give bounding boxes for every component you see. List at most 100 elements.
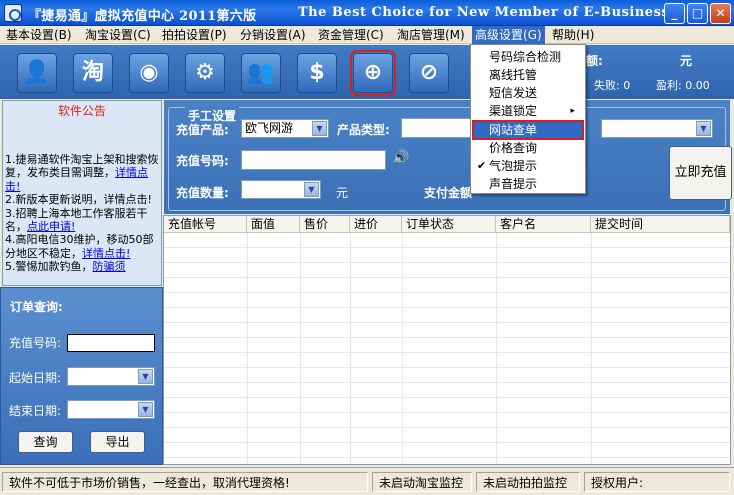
user-icon[interactable]: 👤 — [17, 53, 57, 93]
column-header-account[interactable]: 充值帐号 — [164, 216, 247, 233]
zoom-icon[interactable]: ⊕ — [350, 50, 396, 96]
users-icon[interactable]: 👥 — [241, 53, 281, 93]
settings-icon[interactable]: ⚙ — [185, 53, 225, 93]
table-row[interactable] — [164, 384, 730, 398]
menu-item-website-order-check[interactable]: 网站查单 — [472, 120, 584, 140]
menu-help[interactable]: 帮助(H) — [549, 26, 597, 44]
column-header-price[interactable]: 售价 — [300, 216, 350, 233]
table-row[interactable] — [164, 234, 730, 248]
query-start-date-select[interactable]: ▼ — [67, 367, 155, 386]
orders-table: 充值帐号 面值 售价 进价 订单状态 客户名 提交时间 — [163, 215, 731, 465]
chevron-down-icon[interactable]: ▼ — [138, 402, 153, 417]
table-header: 充值帐号 面值 售价 进价 订单状态 客户名 提交时间 — [164, 216, 730, 233]
chevron-down-icon[interactable]: ▼ — [138, 369, 153, 384]
dollar-icon[interactable]: $ — [297, 53, 337, 93]
quantity-label: 充值数量: — [176, 186, 229, 200]
order-query-title: 订单查询: — [10, 300, 63, 314]
order-query-panel: 订单查询: 充值号码: 起始日期: ▼ 结束日期: ▼ 查询 导出 — [0, 287, 163, 465]
window-title: 『捷易通』虚拟充值中心 2011第六版 — [28, 9, 257, 24]
table-row[interactable] — [164, 264, 730, 278]
submenu-arrow-icon: ▸ — [570, 106, 575, 116]
product-type-select[interactable] — [401, 118, 471, 138]
status-bar: 软件不可低于市场价销售，一经查出，取消代理资格! 未启动淘宝监控 未启动拍拍监控… — [0, 467, 734, 495]
profit-value: 盈利: 0.00 — [656, 79, 710, 92]
column-header-cost[interactable]: 进价 — [350, 216, 402, 233]
stop-icon[interactable]: ⊘ — [409, 53, 449, 93]
query-phone-label: 充值号码: — [9, 336, 62, 350]
column-header-face-value[interactable]: 面值 — [247, 216, 300, 233]
table-row[interactable] — [164, 369, 730, 383]
extra-select[interactable]: ▼ — [601, 119, 713, 138]
chevron-down-icon[interactable]: ▼ — [312, 121, 327, 136]
menu-item-number-check[interactable]: 号码综合检测 — [473, 48, 583, 66]
manual-settings-panel: 手工设置 充值产品: 欧飞网游 ▼ 产品类型: ▼ 充值号码: 🔊 充值数量: … — [164, 100, 732, 214]
announcement-body: 1.捷易通软件淘宝上架和搜索恢复，发布类目需调整，详情点击! 2.新版本更新说明… — [3, 119, 161, 274]
table-row[interactable] — [164, 444, 730, 458]
query-phone-input[interactable] — [67, 334, 155, 352]
column-header-order-status[interactable]: 订单状态 — [402, 216, 496, 233]
menu-item-offline-hosting[interactable]: 离线托管 — [473, 66, 583, 84]
table-row[interactable] — [164, 339, 730, 353]
announcement-item: 2.新版本更新说明，详情点击! — [5, 193, 152, 207]
menu-basic-settings[interactable]: 基本设置(B) — [3, 26, 75, 44]
announcement-item: 5.警惕加款钓鱼，防骗须 — [5, 260, 126, 274]
table-row[interactable] — [164, 429, 730, 443]
status-warning: 软件不可低于市场价销售，一经查出，取消代理资格! — [2, 472, 368, 492]
pay-amount-label: 支付金额 — [424, 186, 473, 200]
announcement-item: 1.捷易通软件淘宝上架和搜索恢复，发布类目需调整，详情点击! — [5, 153, 159, 193]
column-header-submit-time[interactable]: 提交时间 — [591, 216, 730, 233]
chevron-down-icon[interactable]: ▼ — [696, 121, 711, 136]
menu-item-sound-tips[interactable]: 声音提示 — [473, 175, 583, 193]
menu-shop-management[interactable]: 淘店管理(M) — [394, 26, 468, 44]
menu-funds-management[interactable]: 资金管理(C) — [315, 26, 387, 44]
product-select[interactable]: 欧飞网游 ▼ — [241, 119, 329, 138]
menu-paipai-settings[interactable]: 拍拍设置(P) — [159, 26, 230, 44]
recharge-now-button[interactable]: 立即充值 — [669, 146, 732, 200]
query-end-date-select[interactable]: ▼ — [67, 400, 155, 419]
product-label: 充值产品: — [176, 123, 229, 137]
export-button[interactable]: 导出 — [90, 431, 145, 453]
menu-advanced-settings[interactable]: 高级设置(G) — [472, 26, 545, 44]
menu-item-price-query[interactable]: 价格查询 — [473, 139, 583, 157]
advanced-settings-dropdown: 号码综合检测 离线托管 短信发送 渠道锁定 ▸ 网站查单 价格查询 ✔ 气泡提示 声… — [470, 44, 586, 194]
announcement-title: 软件公告 — [57, 104, 106, 118]
app-logo-icon — [4, 4, 22, 22]
product-type-label: 产品类型: — [337, 123, 390, 137]
status-paipai-monitor: 未启动拍拍监控 — [476, 472, 580, 492]
table-row[interactable] — [164, 279, 730, 293]
minimize-button[interactable]: _ — [664, 3, 685, 24]
quantity-unit: 元 — [336, 186, 349, 200]
speaker-icon[interactable]: 🔊 — [392, 150, 409, 166]
menu-item-bubble-tips[interactable]: ✔ 气泡提示 — [473, 157, 583, 175]
column-header-customer[interactable]: 客户名 — [496, 216, 591, 233]
announcement-link[interactable]: 详情点击! — [82, 247, 130, 260]
maximize-button[interactable]: □ — [687, 3, 708, 24]
qq-icon[interactable]: ◉ — [129, 53, 169, 93]
table-row[interactable] — [164, 414, 730, 428]
table-row[interactable] — [164, 354, 730, 368]
query-start-date-label: 起始日期: — [9, 371, 62, 385]
product-select-value: 欧飞网游 — [245, 121, 294, 135]
menu-taobao-settings[interactable]: 淘宝设置(C) — [82, 26, 154, 44]
table-row[interactable] — [164, 249, 730, 263]
status-taobao-monitor: 未启动淘宝监控 — [372, 472, 472, 492]
menu-item-channel-lock[interactable]: 渠道锁定 ▸ — [473, 102, 583, 120]
chevron-down-icon[interactable]: ▼ — [304, 182, 319, 197]
table-row[interactable] — [164, 294, 730, 308]
window-slogan: The Best Choice for New Member of E-Busi… — [298, 5, 670, 20]
menu-distribution-settings[interactable]: 分销设置(A) — [237, 26, 309, 44]
menu-item-sms-send[interactable]: 短信发送 — [473, 84, 583, 102]
taobao-icon[interactable]: 淘 — [73, 53, 113, 93]
announcement-panel: 软件公告 1.捷易通软件淘宝上架和搜索恢复，发布类目需调整，详情点击! 2.新版… — [2, 100, 162, 286]
table-row[interactable] — [164, 324, 730, 338]
search-button[interactable]: 查询 — [18, 431, 73, 453]
close-button[interactable]: ✕ — [710, 3, 731, 24]
announcement-link[interactable]: 点此申请! — [27, 220, 75, 233]
recharge-phone-input[interactable] — [241, 150, 386, 170]
table-row[interactable] — [164, 399, 730, 413]
title-bar: 『捷易通』虚拟充值中心 2011第六版 The Best Choice for … — [0, 0, 734, 26]
balance-currency: 元 — [680, 54, 693, 68]
announcement-link[interactable]: 防骗须 — [93, 260, 126, 273]
table-row[interactable] — [164, 309, 730, 323]
quantity-select[interactable]: ▼ — [241, 180, 321, 199]
